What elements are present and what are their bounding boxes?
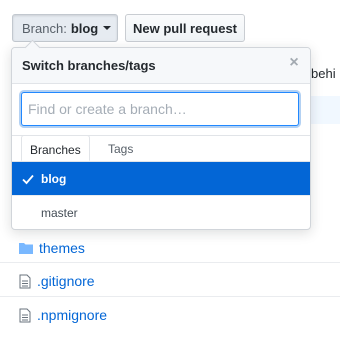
branch-item-label: blog [41, 171, 67, 186]
dropdown-title: Switch branches/tags [22, 58, 156, 73]
caret-down-icon [103, 26, 112, 30]
file-row-npmignore[interactable]: .npmignore [19, 304, 107, 326]
file-icon [19, 274, 31, 288]
dropdown-filter-area [12, 84, 310, 136]
row-divider [0, 296, 340, 297]
tab-tags[interactable]: Tags [100, 135, 141, 161]
check-icon [22, 174, 34, 185]
file-row-gitignore[interactable]: .gitignore [19, 270, 95, 292]
close-icon[interactable]: × [288, 55, 300, 71]
branch-dropdown-menu: Switch branches/tags × Branches Tags blo… [11, 47, 311, 230]
branch-filter-input[interactable] [21, 92, 299, 126]
row-divider [0, 262, 340, 263]
current-branch-label: blog [70, 20, 99, 36]
tab-branches[interactable]: Branches [21, 135, 90, 161]
file-link[interactable]: .npmignore [37, 307, 107, 323]
branch-item-label: master [41, 205, 78, 220]
background-peek-text: behi [311, 66, 336, 81]
branch-item-blog[interactable]: blog [12, 162, 310, 196]
new-pull-request-button[interactable]: New pull request [125, 14, 245, 42]
branch-prefix-label: Branch: [22, 20, 67, 36]
dropdown-header: Switch branches/tags × [12, 48, 310, 84]
branch-item-master[interactable]: master [12, 196, 310, 229]
file-link[interactable]: .gitignore [37, 273, 95, 289]
branch-select-button[interactable]: Branch: blog [12, 14, 118, 42]
dropdown-tabs: Branches Tags [12, 135, 310, 162]
file-row-themes[interactable]: themes [19, 237, 85, 259]
folder-icon [19, 243, 33, 254]
file-link[interactable]: themes [39, 240, 85, 256]
file-icon [19, 308, 31, 322]
